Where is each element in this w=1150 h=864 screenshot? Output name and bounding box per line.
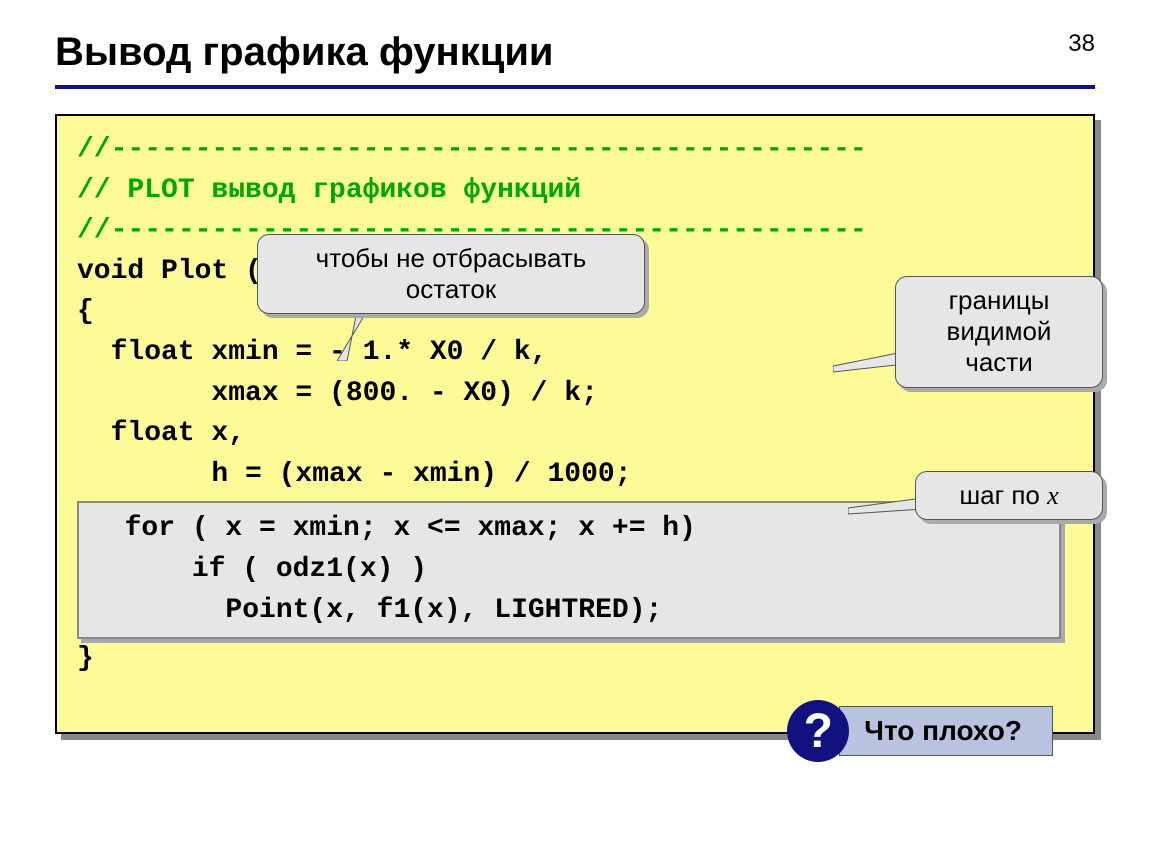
- callout-pointer-icon: [337, 311, 377, 361]
- inner-code-box: for ( x = xmin; x <= xmax; x += h) if ( …: [77, 501, 1061, 639]
- code-closing: }: [77, 639, 1073, 680]
- inner-code-listing: for ( x = xmin; x <= xmax; x += h) if ( …: [91, 509, 1047, 631]
- code-box: //--------------------------------------…: [55, 114, 1095, 734]
- callout-no-discard: чтобы не отбрасывать остаток: [257, 234, 645, 314]
- callout-bounds: границы видимой части: [895, 276, 1103, 388]
- question-label: Что плохо?: [839, 706, 1053, 756]
- page-number: 38: [1068, 30, 1095, 58]
- title-rule: [55, 85, 1095, 89]
- question-mark-icon: ?: [787, 700, 849, 762]
- question-badge: ? Что плохо?: [787, 700, 1053, 762]
- slide-title: Вывод графика функции: [55, 20, 1095, 75]
- callout-step: шаг по x: [915, 471, 1103, 520]
